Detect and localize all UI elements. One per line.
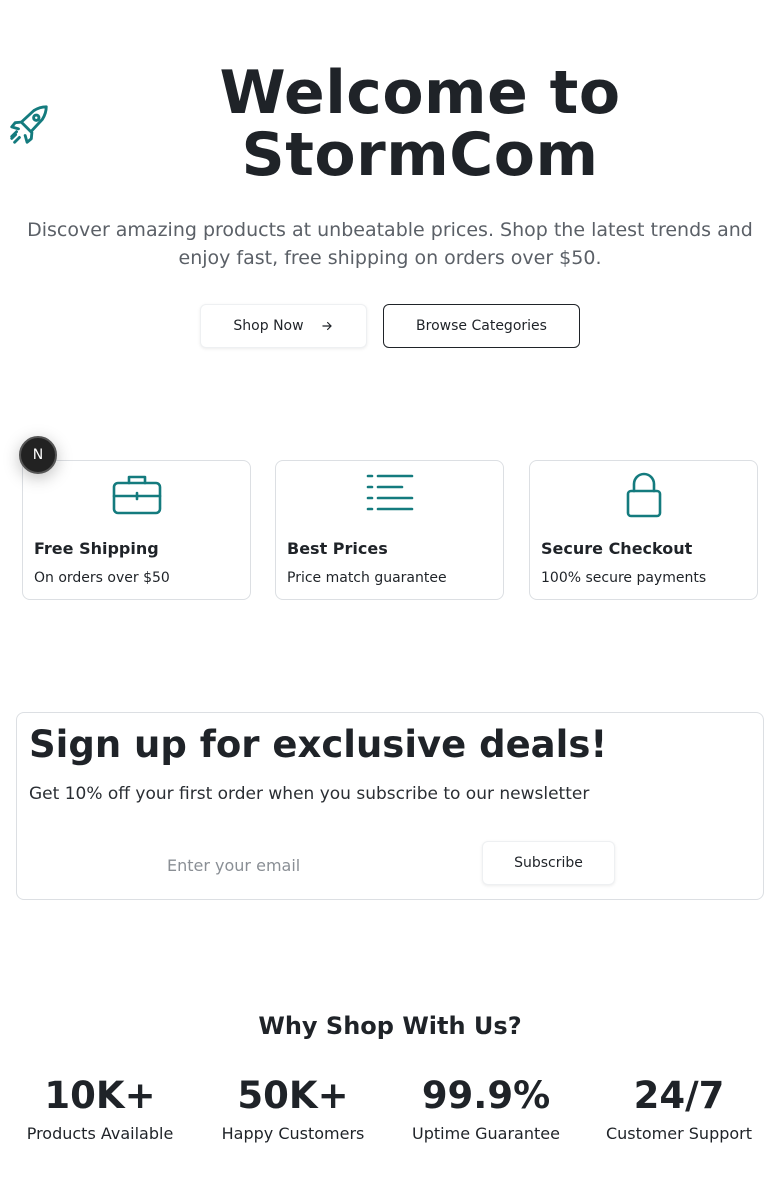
next-badge[interactable]: N <box>19 436 57 474</box>
newsletter-title: Sign up for exclusive deals! <box>29 723 608 766</box>
rocket-icon <box>10 105 48 144</box>
stat-label: Happy Customers <box>221 1124 365 1143</box>
subscribe-label: Subscribe <box>514 855 583 871</box>
stat-value: 10K+ <box>44 1074 156 1117</box>
stat-support: 24/7 Customer Support <box>584 1074 774 1143</box>
newsletter-card: Sign up for exclusive deals! Get 10% off… <box>16 712 764 900</box>
feature-title: Best Prices <box>287 539 388 558</box>
stat-uptime: 99.9% Uptime Guarantee <box>391 1074 581 1143</box>
feature-card-best-prices: Best Prices Price match guarantee <box>275 460 504 600</box>
feature-title: Free Shipping <box>34 539 159 558</box>
stat-label: Customer Support <box>605 1124 753 1143</box>
stat-label: Products Available <box>26 1124 174 1143</box>
shop-now-button[interactable]: Shop Now <box>200 304 367 348</box>
arrow-right-icon <box>320 319 334 333</box>
browse-categories-label: Browse Categories <box>416 318 547 334</box>
stat-customers: 50K+ Happy Customers <box>198 1074 388 1143</box>
email-input[interactable] <box>167 851 467 879</box>
feature-description: 100% secure payments <box>541 570 707 586</box>
subscribe-button[interactable]: Subscribe <box>482 841 615 885</box>
feature-card-secure-checkout: Secure Checkout 100% secure payments <box>529 460 758 600</box>
stat-products: 10K+ Products Available <box>5 1074 195 1143</box>
feature-card-free-shipping: Free Shipping On orders over $50 <box>22 460 251 600</box>
next-badge-label: N <box>32 447 44 463</box>
page-title: Welcome to StormCom <box>219 58 621 190</box>
feature-title: Secure Checkout <box>541 539 693 558</box>
newsletter-subtitle: Get 10% off your first order when you su… <box>29 784 590 804</box>
lock-icon <box>626 472 661 518</box>
list-icon <box>366 474 413 511</box>
briefcase-icon <box>112 475 161 515</box>
stat-value: 24/7 <box>633 1074 725 1117</box>
browse-categories-button[interactable]: Browse Categories <box>383 304 580 348</box>
hero-subtitle: Discover amazing products at unbeatable … <box>27 219 753 269</box>
feature-description: Price match guarantee <box>287 570 447 586</box>
shop-now-label: Shop Now <box>233 318 304 334</box>
stat-label: Uptime Guarantee <box>412 1124 560 1143</box>
feature-description: On orders over $50 <box>34 570 170 586</box>
why-title: Why Shop With Us? <box>258 1012 522 1040</box>
stat-value: 50K+ <box>237 1074 349 1117</box>
stat-value: 99.9% <box>421 1074 551 1117</box>
